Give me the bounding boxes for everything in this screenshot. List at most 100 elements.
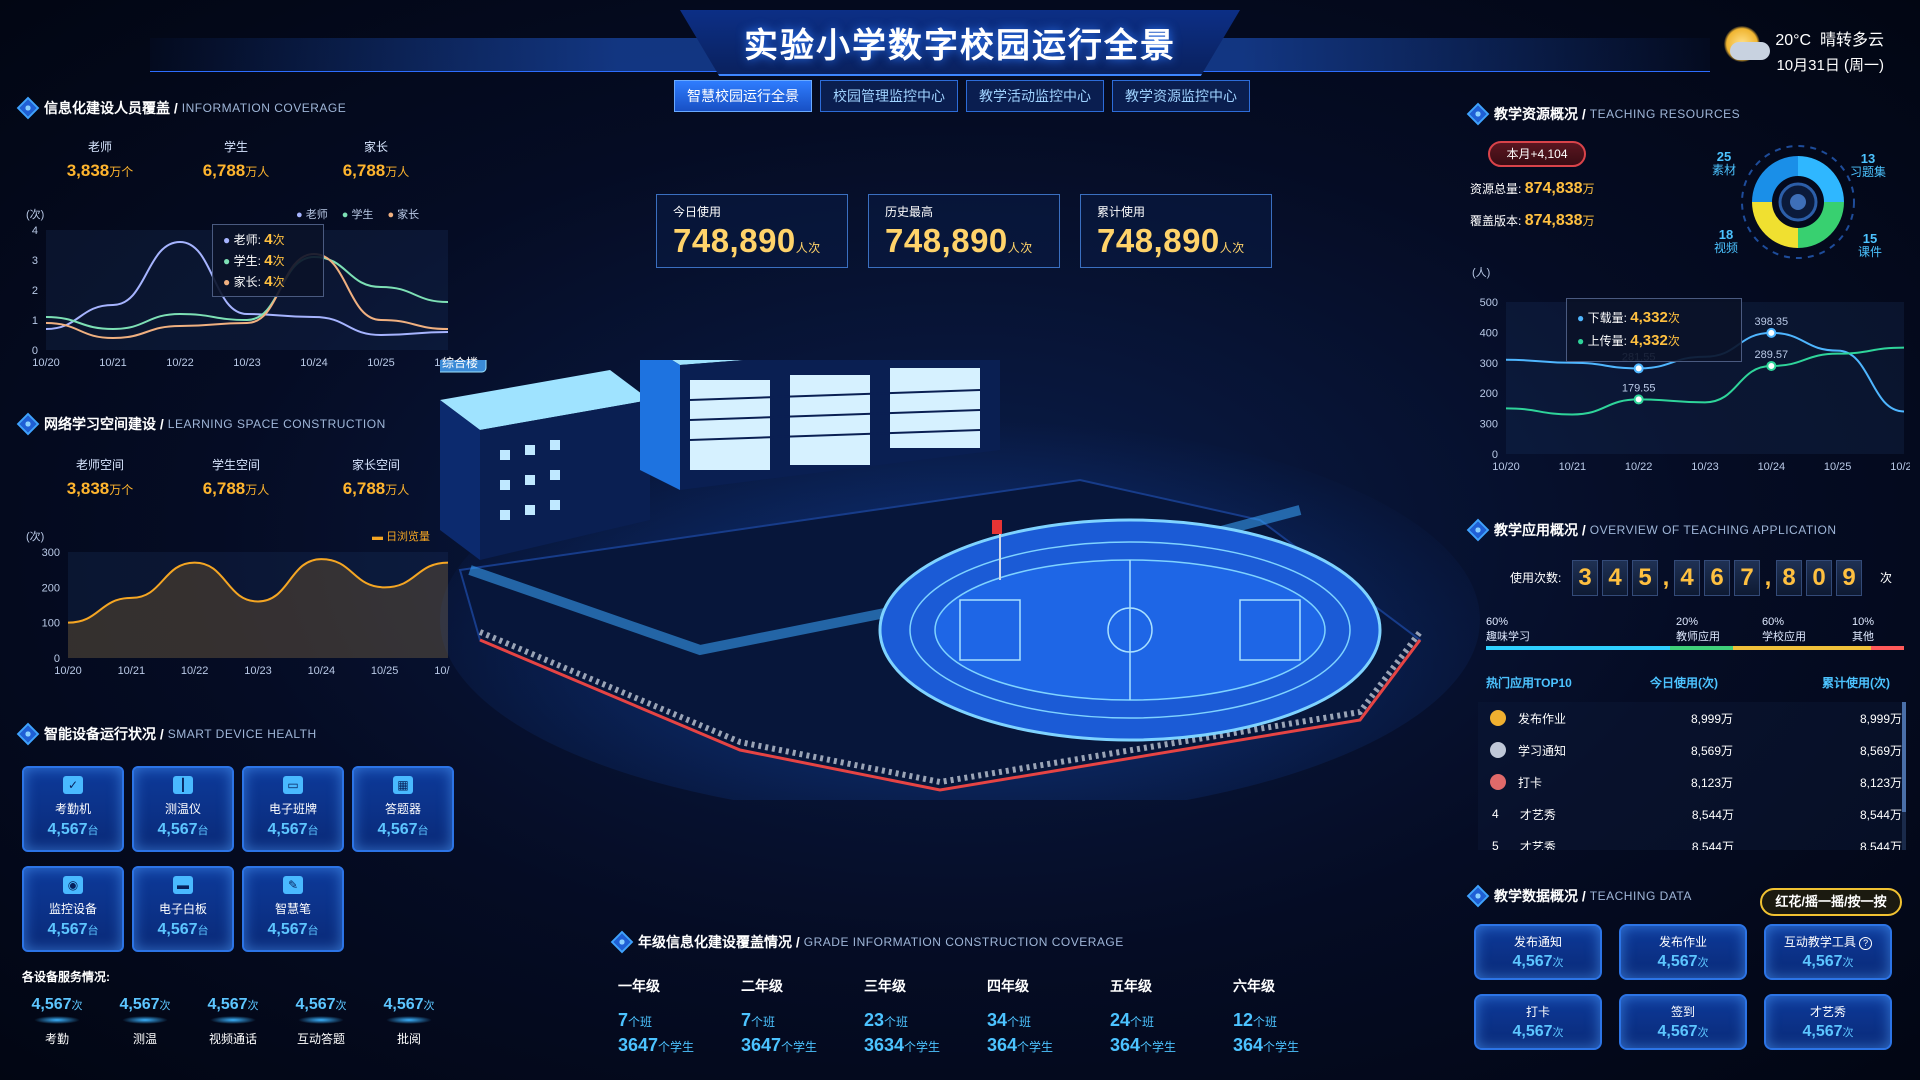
counter-digit: 5 — [1632, 560, 1658, 596]
device-value: 4,567 — [267, 921, 308, 938]
stat-teacher: 老师 3,838万个 — [40, 138, 160, 181]
counter-digit: 7 — [1734, 560, 1760, 596]
device-thermometer[interactable]: ┃ 测温仪 4,567台 — [132, 766, 234, 852]
device-camera[interactable]: ◉ 监控设备 4,567台 — [22, 866, 124, 952]
device-attendance[interactable]: ✓ 考勤机 4,567台 — [22, 766, 124, 852]
device-value: 4,567 — [47, 821, 88, 838]
campus-3d-map[interactable] — [440, 360, 1480, 800]
data-talent-show[interactable]: 才艺秀 4,567次 — [1764, 994, 1892, 1050]
device-name: 监控设备 — [48, 902, 97, 916]
table-row[interactable]: 学习通知 8,569万 8,569万 — [1478, 734, 1902, 766]
x-tick-label: 10/25 — [371, 665, 399, 677]
x-tick-label: 10/21 — [99, 357, 127, 369]
col-header: 累计使用(次) — [1822, 676, 1890, 690]
x-tick-label: 10/25 — [1890, 461, 1910, 473]
weather-condition: 晴转多云 — [1819, 32, 1884, 49]
devices-header: 智能设备运行状况 / SMART DEVICE HEALTH — [16, 722, 317, 746]
device-clicker[interactable]: ▦ 答题器 4,567台 — [352, 766, 454, 852]
y-tick-label: 400 — [1480, 327, 1498, 339]
section-title: 教学资源概况 — [1494, 106, 1578, 122]
share-bar-school — [1732, 646, 1871, 650]
section-title: 年级信息化建设覆盖情况 — [638, 934, 792, 950]
legend-teacher: ● 老师 — [296, 209, 328, 221]
help-icon[interactable]: ? — [1859, 937, 1873, 950]
grade-item: 六年级 12个班 364个学生 — [1233, 978, 1300, 1055]
stat-label: 老师空间 — [75, 458, 124, 472]
whiteboard-icon: ▬ — [173, 876, 193, 894]
tab-resource-monitor[interactable]: 教学资源监控中心 — [1112, 80, 1250, 112]
x-tick-label: 10/24 — [308, 665, 336, 677]
stat-unit: 万人 — [385, 165, 410, 179]
col-header: 热门应用TOP10 — [1486, 676, 1572, 690]
table-row[interactable]: 5 才艺秀 8,544万 8,544万 — [1478, 830, 1902, 850]
thermometer-icon: ┃ — [173, 776, 193, 794]
data-signin[interactable]: 签到 4,567次 — [1619, 994, 1747, 1050]
stat-unit: 万个 — [109, 165, 134, 179]
data-notice[interactable]: 发布通知 4,567次 — [1474, 924, 1602, 980]
device-unit: 台 — [197, 825, 209, 837]
board-icon: ▭ — [283, 776, 303, 794]
device-unit: 台 — [87, 825, 99, 837]
device-smart-pen[interactable]: ✎ 智慧笔 4,567台 — [242, 866, 344, 952]
table-row[interactable]: 发布作业 8,999万 8,999万 — [1478, 702, 1902, 734]
table-scrollbar[interactable] — [1902, 702, 1906, 850]
sports-field — [878, 518, 1382, 742]
grade-item: 五年级 24个班 364个学生 — [1110, 978, 1177, 1055]
data-point[interactable] — [1766, 327, 1777, 338]
data-homework[interactable]: 发布作业 4,567次 — [1619, 924, 1747, 980]
device-whiteboard[interactable]: ▬ 电子白板 4,567台 — [132, 866, 234, 952]
chart-legend: ● 老师 ● 学生 ● 家长 — [296, 206, 419, 222]
browse-area-chart: 0 100 200 300 10/20 10/21 10/22 10/23 10/24 10/25… — [42, 547, 450, 677]
stat-label: 学生空间 — [211, 458, 260, 472]
counter-digit: 6 — [1704, 560, 1730, 596]
tab-campus-monitor[interactable]: 校园管理监控中心 — [820, 80, 958, 112]
scrollbar-thumb[interactable] — [1902, 702, 1906, 812]
y-tick-label: 0 — [1492, 449, 1498, 461]
table-row[interactable]: 4 才艺秀 8,544万 8,544万 — [1478, 798, 1902, 830]
section-diamond-icon — [16, 722, 40, 746]
data-checkin[interactable]: 打卡 4,567次 — [1474, 994, 1602, 1050]
stat-student: 学生 6,788万人 — [176, 138, 296, 181]
teaching-data-header: 教学数据概况 / TEACHING DATA — [1466, 884, 1692, 908]
x-tick-label: 10/21 — [118, 665, 146, 677]
cloud-icon — [1730, 42, 1770, 60]
chart-unit: (人) — [1472, 267, 1491, 279]
resource-total: 资源总量: 874,838万 — [1470, 180, 1595, 197]
data-point[interactable] — [1633, 394, 1644, 405]
data-point[interactable] — [1633, 363, 1644, 374]
tab-overview[interactable]: 智慧校园运行全景 — [674, 80, 812, 112]
stat-unit: 万人 — [245, 483, 270, 497]
section-diamond-icon — [16, 96, 40, 120]
x-tick-label: 10/20 — [1492, 461, 1520, 473]
y-tick-label: 300 — [42, 547, 60, 559]
service-label: 各设备服务情况: — [22, 970, 110, 984]
counter-separator: , — [1662, 564, 1670, 591]
section-title: 教学数据概况 — [1494, 888, 1578, 904]
grade-item: 四年级 34个班 364个学生 — [987, 978, 1054, 1055]
data-point[interactable] — [1766, 360, 1777, 371]
stat-label: 家长空间 — [351, 458, 400, 472]
interaction-tools-tag: 红花/摇一摇/按一按 — [1760, 888, 1902, 916]
device-class-board[interactable]: ▭ 电子班牌 4,567台 — [242, 766, 344, 852]
counter-digit: 4 — [1674, 560, 1700, 596]
stat-unit: 万人 — [245, 165, 270, 179]
x-tick-label: 10/22 — [1625, 461, 1653, 473]
device-value: 4,567 — [267, 821, 308, 838]
table-row[interactable]: 打卡 8,123万 8,123万 — [1478, 766, 1902, 798]
y-tick-label: 300 — [1480, 358, 1498, 370]
counter-digit: 8 — [1776, 560, 1802, 596]
calculator-icon: ▦ — [393, 776, 413, 794]
x-tick-label: 10/23 — [244, 665, 272, 677]
counter-digit: 4 — [1602, 560, 1628, 596]
counter-separator: , — [1764, 564, 1772, 591]
kpi-history-max: 历史最高 748,890人次 — [868, 194, 1060, 268]
data-interactive-tools[interactable]: 互动教学工具 ? 4,567次 — [1764, 924, 1892, 980]
tab-teaching-monitor[interactable]: 教学活动监控中心 — [966, 80, 1104, 112]
top-table-header: 热门应用TOP10 今日使用(次) 累计使用(次) — [1486, 674, 1890, 691]
device-value: 4,567 — [47, 921, 88, 938]
donut-label-material: 25 素材 — [1712, 149, 1737, 177]
device-name: 智慧笔 — [274, 902, 311, 916]
resources-header: 教学资源概况 / TEACHING RESOURCES — [1466, 102, 1740, 126]
device-unit: 台 — [197, 925, 209, 937]
device-value: 4,567 — [157, 921, 198, 938]
